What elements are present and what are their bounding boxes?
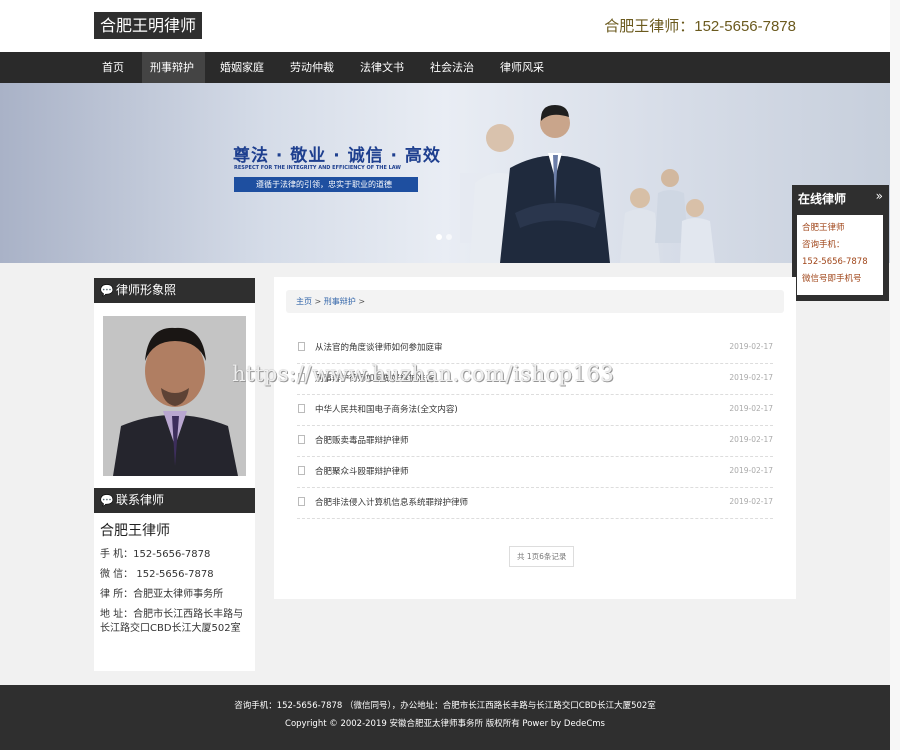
photo-section-title: 💬 律师形象照 — [94, 278, 255, 303]
article-date: 2019-02-17 — [729, 497, 773, 506]
article-date: 2019-02-17 — [729, 466, 773, 475]
article-date: 2019-02-17 — [729, 435, 773, 444]
article-title[interactable]: 中华人民共和国电子商务法(全文内容) — [315, 403, 458, 415]
banner-slogan: 尊法 · 敬业 · 诚信 · 高效 — [233, 146, 441, 166]
watermark-text: https://www.huzhan.com/ishop163 — [232, 362, 615, 386]
document-icon — [298, 435, 305, 444]
contact-name: 合肥王律师 — [100, 523, 170, 539]
banner-dots — [436, 234, 452, 240]
online-widget-title: 在线律师 — [798, 192, 847, 206]
banner-dot-active[interactable] — [436, 234, 442, 240]
nav-item-documents[interactable]: 法律文书 — [352, 52, 415, 83]
nav-item-criminal-defense[interactable]: 刑事辩护 — [142, 52, 205, 83]
pagination-info: 共 1页6条记录 — [509, 546, 575, 567]
article-date: 2019-02-17 — [729, 342, 773, 351]
collapse-arrow-icon[interactable]: » — [876, 189, 883, 203]
contact-section-label: 联系律师 — [116, 493, 165, 507]
document-icon — [298, 342, 305, 351]
footer: 咨询手机：152-5656-7878 （微信同号），办公地址：合肥市长江西路长丰… — [0, 685, 890, 750]
list-item[interactable]: 从法官的角度谈律师如何参加庭审 2019-02-17 — [297, 333, 773, 364]
contact-phone: 手 机：152-5656-7878 — [100, 549, 211, 560]
chat-bubble-icon: 💬 — [100, 494, 114, 507]
footer-contact-line: 咨询手机：152-5656-7878 （微信同号），办公地址：合肥市长江西路长丰… — [234, 701, 656, 711]
banner-slogan-en: RESPECT FOR THE INTEGRITY AND EFFICIENCY… — [234, 165, 401, 171]
article-title[interactable]: 合肥贩卖毒品罪辩护律师 — [315, 434, 409, 446]
footer-copyright: Copyright © 2002-2019 安徽合肥亚太律师事务所 版权所有 P… — [285, 719, 605, 729]
nav-item-lawyer-style[interactable]: 律师风采 — [492, 52, 555, 83]
online-line: 微信号即手机号 — [802, 274, 862, 284]
online-line: 合肥王律师 — [802, 223, 845, 233]
breadcrumb-sep: > — [312, 297, 324, 306]
article-list: 从法官的角度谈律师如何参加庭审 2019-02-17 刑事辩护律师如何做好辩护准… — [297, 333, 773, 519]
article-list-panel: 主页 > 刑事辩护 > 从法官的角度谈律师如何参加庭审 2019-02-17 刑… — [274, 277, 796, 599]
article-date: 2019-02-17 — [729, 373, 773, 382]
hotline-text: 合肥王律师：152-5656-7878 — [604, 18, 796, 35]
article-title[interactable]: 合肥聚众斗殴罪辩护律师 — [315, 465, 409, 477]
banner-dot[interactable] — [446, 234, 452, 240]
chat-bubble-icon: 💬 — [100, 284, 114, 297]
lawyer-photo — [103, 316, 246, 476]
main-nav: 首页 刑事辩护 婚姻家庭 劳动仲裁 法律文书 社会法治 律师风采 — [0, 52, 890, 83]
document-icon — [298, 497, 305, 506]
list-item[interactable]: 合肥贩卖毒品罪辩护律师 2019-02-17 — [297, 426, 773, 457]
breadcrumb-home[interactable]: 主页 — [296, 297, 312, 306]
breadcrumb-category[interactable]: 刑事辩护 — [324, 297, 356, 306]
online-line: 152-5656-7878 — [802, 257, 868, 267]
page-edge — [890, 0, 900, 750]
header: 合肥王明律师 合肥王律师：152-5656-7878 — [0, 0, 890, 52]
document-icon — [298, 404, 305, 413]
list-item[interactable]: 中华人民共和国电子商务法(全文内容) 2019-02-17 — [297, 395, 773, 426]
article-title[interactable]: 合肥非法侵入计算机信息系统罪辩护律师 — [315, 496, 468, 508]
contact-wechat: 微 信： 152-5656-7878 — [100, 569, 214, 580]
nav-item-rule-of-law[interactable]: 社会法治 — [422, 52, 485, 83]
banner-slogan-box: 遵循于法律的引领，忠实于职业的道德 — [234, 177, 418, 192]
article-date: 2019-02-17 — [729, 404, 773, 413]
list-item[interactable]: 合肥非法侵入计算机信息系统罪辩护律师 2019-02-17 — [297, 488, 773, 519]
breadcrumb-end: > — [355, 297, 366, 306]
list-item[interactable]: 合肥聚众斗殴罪辩护律师 2019-02-17 — [297, 457, 773, 488]
contact-office: 律 所：合肥亚太律师事务所 — [100, 589, 224, 600]
site-logo[interactable]: 合肥王明律师 — [94, 12, 203, 39]
contact-address: 地 址：合肥市长江西路长丰路与长江路交口CBD长江大厦502室 — [100, 609, 244, 634]
nav-item-home[interactable]: 首页 — [94, 52, 135, 83]
article-title[interactable]: 从法官的角度谈律师如何参加庭审 — [315, 341, 443, 353]
photo-section-label: 律师形象照 — [116, 283, 177, 297]
hero-banner[interactable]: 尊法 · 敬业 · 诚信 · 高效 RESPECT FOR THE INTEGR… — [0, 83, 890, 263]
online-line: 咨询手机： — [802, 240, 845, 250]
document-icon — [298, 466, 305, 475]
online-widget-body: 合肥王律师 咨询手机： 152-5656-7878 微信号即手机号 — [797, 215, 883, 295]
contact-box: 合肥王律师 手 机：152-5656-7878 微 信： 152-5656-78… — [94, 513, 255, 671]
nav-item-labor[interactable]: 劳动仲裁 — [282, 52, 345, 83]
nav-item-family[interactable]: 婚姻家庭 — [212, 52, 275, 83]
lawyer-portrait-image — [103, 316, 246, 476]
contact-section-title: 💬 联系律师 — [94, 488, 255, 513]
banner-people-illustration — [460, 105, 715, 263]
online-lawyer-widget: 在线律师 » 合肥王律师 咨询手机： 152-5656-7878 微信号即手机号 — [792, 185, 889, 301]
lawyer-photo-box — [94, 303, 255, 488]
breadcrumb: 主页 > 刑事辩护 > — [286, 290, 784, 313]
